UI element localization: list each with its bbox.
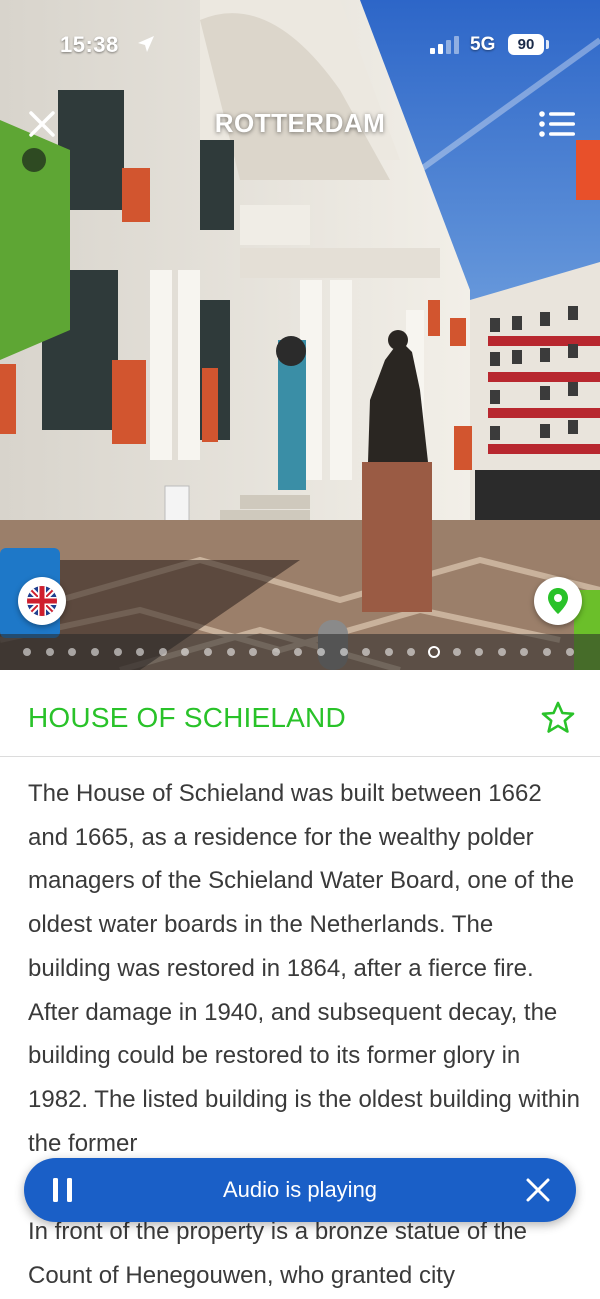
star-outline-icon[interactable] [540,700,576,736]
gallery-dot[interactable] [490,645,513,659]
gallery-dot[interactable] [265,645,288,659]
status-time: 15:38 [60,32,119,57]
gallery-dot[interactable] [16,645,39,659]
building-photo [0,0,600,670]
gallery-dot[interactable] [468,645,491,659]
map-pin-icon [548,588,568,614]
gallery-dot[interactable] [445,645,468,659]
uk-flag-icon [27,586,57,616]
network-type: 5G [470,34,496,55]
gallery-dot[interactable] [332,645,355,659]
gallery-dot[interactable] [513,645,536,659]
gallery-dots [16,645,581,659]
place-description: The House of Schieland was built between… [28,780,580,1157]
gallery-dot[interactable] [61,645,84,659]
gallery-dot[interactable] [106,645,129,659]
audio-player-bar[interactable]: Audio is playing [24,1158,576,1222]
gallery-dot[interactable] [84,645,107,659]
place-description-continued: In front of the property is a bronze sta… [28,1218,527,1289]
place-header: HOUSE OF SCHIELAND [0,670,600,757]
place-title: HOUSE OF SCHIELAND [28,702,346,733]
gallery-dot[interactable] [558,645,581,659]
gallery-dot[interactable] [400,645,423,659]
close-icon[interactable] [22,104,62,144]
cellular-signal-icon [430,36,459,54]
gallery-dot-active[interactable] [423,645,446,659]
battery-cap [546,40,549,49]
gallery-pager [0,634,600,670]
location-arrow-icon [138,36,154,52]
hero-photo[interactable]: 15:38 5G 90 ROTTERDAM [0,0,600,670]
audio-close-icon[interactable] [524,1176,552,1204]
gallery-dot[interactable] [310,645,333,659]
gallery-dot[interactable] [152,645,175,659]
city-title: ROTTERDAM [214,108,386,138]
language-button[interactable] [18,577,66,625]
gallery-dot[interactable] [242,645,265,659]
gallery-dot[interactable] [174,645,197,659]
gallery-dot[interactable] [536,645,559,659]
status-bar: 15:38 5G 90 [0,0,600,90]
gallery-dot[interactable] [129,645,152,659]
gallery-dot[interactable] [287,645,310,659]
gallery-dot[interactable] [378,645,401,659]
gallery-dot[interactable] [355,645,378,659]
list-menu-icon[interactable] [536,104,578,144]
gallery-dot[interactable] [39,645,62,659]
gallery-dot[interactable] [197,645,220,659]
map-button[interactable] [534,577,582,625]
battery-level: 90 [508,34,544,55]
gallery-dot[interactable] [219,645,242,659]
audio-status-label: Audio is playing [222,1177,378,1202]
